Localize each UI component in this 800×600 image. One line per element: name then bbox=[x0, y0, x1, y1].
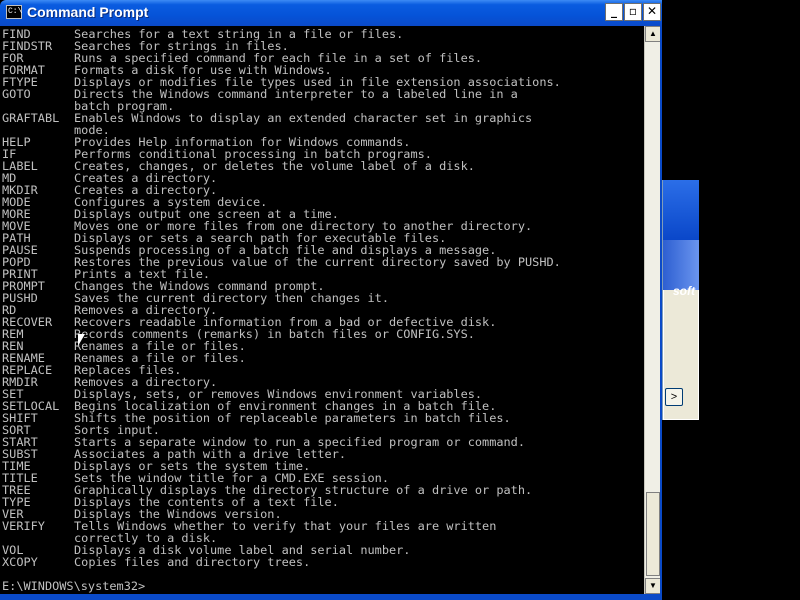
command-description: Copies files and directory trees. bbox=[74, 555, 311, 569]
close-button[interactable]: ✕ bbox=[643, 3, 661, 21]
maximize-button[interactable]: ▫ bbox=[624, 3, 642, 21]
command-description: Enables Windows to display an extended c… bbox=[74, 111, 533, 125]
command-name: XCOPY bbox=[2, 555, 38, 569]
background-window-banner bbox=[663, 240, 699, 290]
window-frame-bottom bbox=[0, 594, 662, 600]
minimize-button[interactable]: _ bbox=[605, 3, 623, 21]
command-name: GOTO bbox=[2, 87, 31, 101]
background-window-next-button[interactable]: > bbox=[665, 388, 683, 406]
scroll-up-arrow-icon[interactable]: ▲ bbox=[645, 26, 661, 42]
scrollbar-thumb[interactable] bbox=[646, 492, 660, 576]
scroll-down-arrow-icon[interactable]: ▼ bbox=[645, 578, 661, 594]
command-name: VERIFY bbox=[2, 519, 45, 533]
mouse-pointer-icon bbox=[78, 334, 85, 346]
command-name: GRAFTABL bbox=[2, 111, 60, 125]
window-frame-right bbox=[660, 26, 662, 600]
console-output[interactable]: FIND Searches for a text string in a file… bbox=[0, 26, 644, 596]
command-prompt-window[interactable]: C:\ Command Prompt _ ▫ ✕ FIND Searches fo… bbox=[0, 0, 662, 600]
title-bar[interactable]: C:\ Command Prompt _ ▫ ✕ bbox=[0, 0, 662, 26]
command-prompt-line[interactable]: E:\WINDOWS\system32> bbox=[2, 580, 145, 592]
window-title: Command Prompt bbox=[27, 4, 149, 20]
background-window[interactable]: soft > bbox=[662, 180, 699, 420]
background-window-brand: soft bbox=[673, 284, 695, 298]
background-window-titlebar bbox=[663, 180, 699, 240]
command-prompt-icon: C:\ bbox=[6, 5, 22, 19]
vertical-scrollbar[interactable]: ▲ ▼ bbox=[644, 26, 661, 594]
